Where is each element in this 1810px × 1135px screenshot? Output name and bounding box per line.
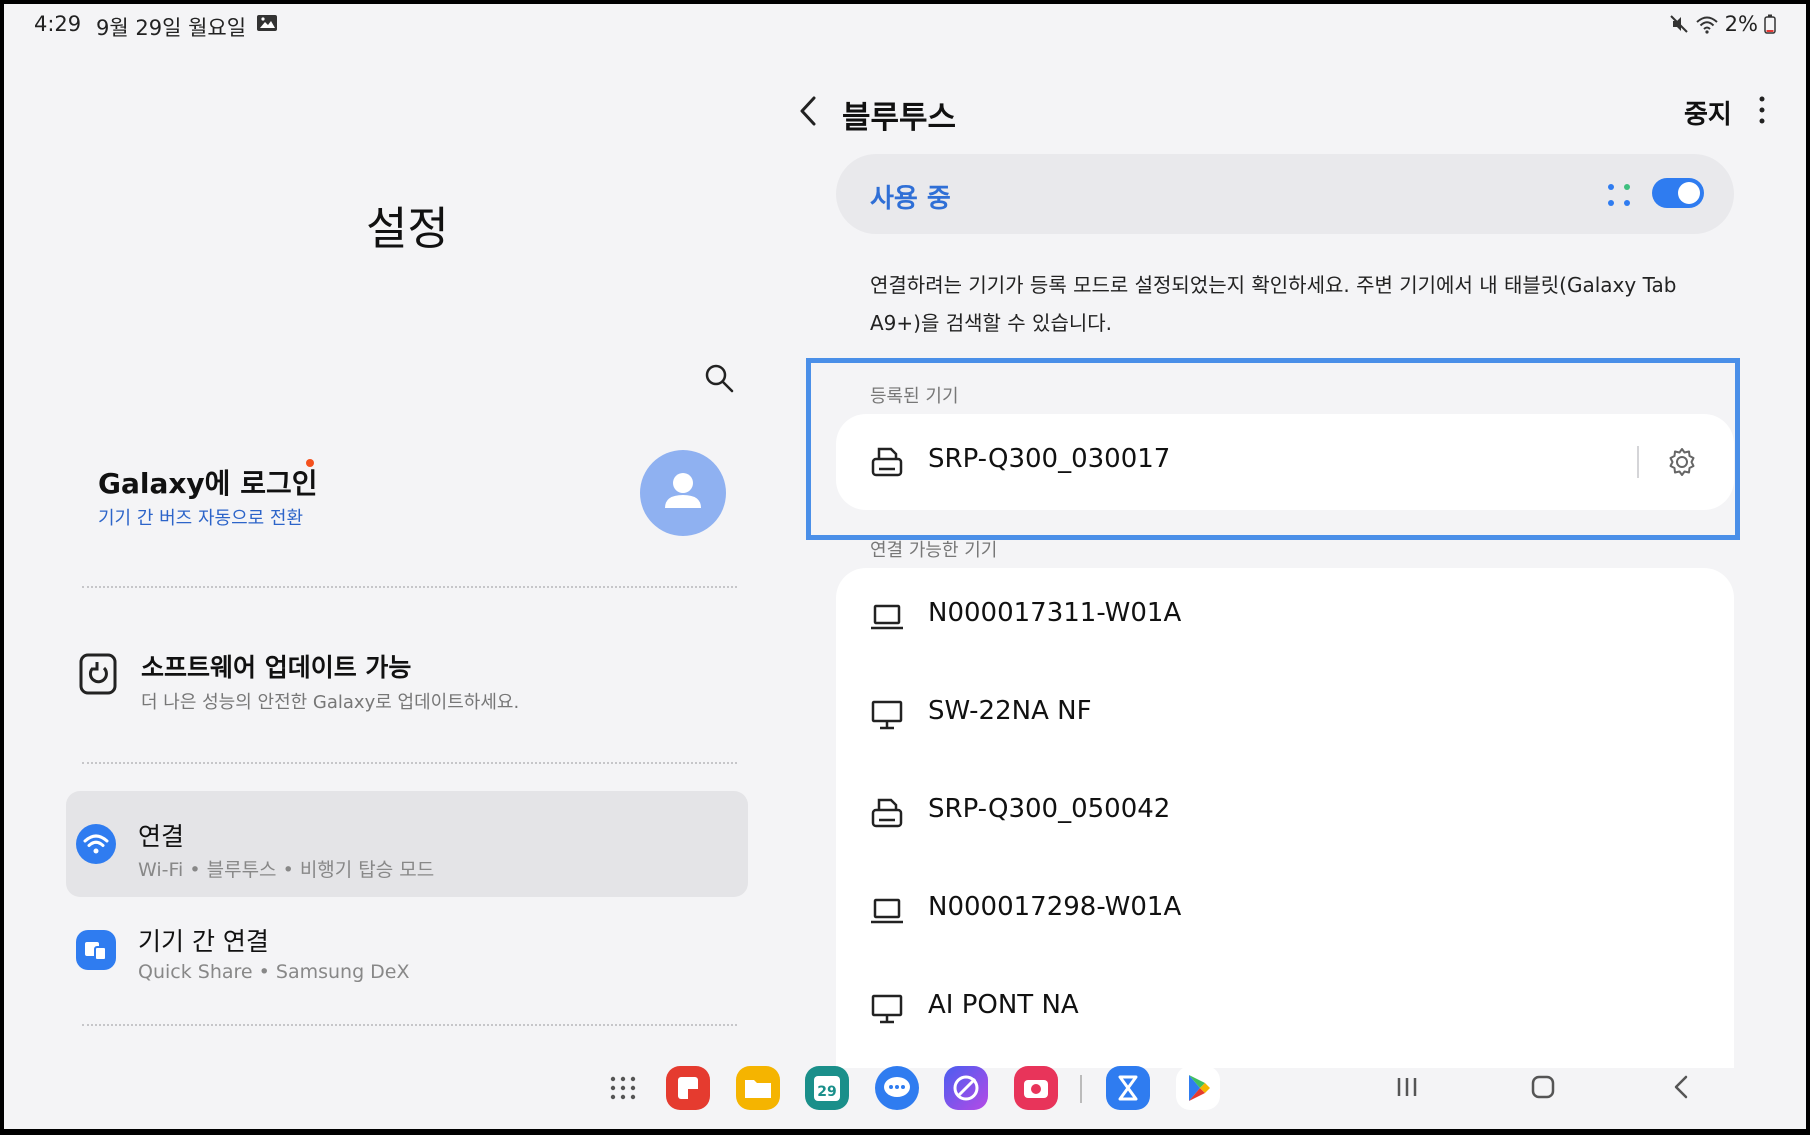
menu-item-device-connection[interactable]: 기기 간 연결 Quick Share • Samsung DeX <box>66 904 748 1004</box>
switch-knob <box>1678 182 1700 204</box>
avatar[interactable] <box>640 450 726 536</box>
laptop-icon <box>871 898 903 924</box>
device-name: N000017311-W01A <box>928 598 1182 628</box>
devices-menu-icon <box>76 930 116 970</box>
connections-subtitle: Wi-Fi • 블루투스 • 비행기 탑승 모드 <box>138 859 435 881</box>
device-connection-title: 기기 간 연결 <box>138 927 269 956</box>
registered-devices-label: 등록된 기기 <box>870 386 959 407</box>
screen: 4:29 9월 29일 월요일 2% 설정 Galaxy에 로그인 기기 간 버… <box>4 4 1806 1129</box>
status-icons: 2% <box>1669 12 1776 36</box>
printer-icon <box>871 447 903 477</box>
wifi-icon <box>1696 16 1718 34</box>
available-device-item[interactable]: SW-22NA NF <box>836 666 1734 764</box>
device-name: SRP-Q300_030017 <box>928 444 1171 474</box>
software-update-title: 소프트웨어 업데이트 가능 <box>141 653 412 682</box>
status-time: 4:29 <box>34 12 82 36</box>
software-update-icon <box>79 653 117 695</box>
printer-icon <box>871 798 903 828</box>
gear-icon[interactable] <box>1666 446 1698 478</box>
connections-title: 연결 <box>138 822 185 851</box>
notification-dot <box>306 459 314 467</box>
bluetooth-switch[interactable] <box>1652 178 1704 208</box>
device-name: SW-22NA NF <box>928 696 1092 726</box>
available-device-item[interactable]: AI PONT NA <box>836 960 1734 1058</box>
gallery-notification-icon <box>257 15 277 31</box>
calendar-app-icon[interactable]: 29 <box>805 1066 849 1110</box>
scanning-icon <box>1608 184 1630 206</box>
device-connection-subtitle: Quick Share • Samsung DeX <box>138 961 410 983</box>
laptop-icon <box>871 604 903 630</box>
login-subtitle: 기기 간 버즈 자동으로 전환 <box>98 508 304 529</box>
status-date: 9월 29일 월요일 <box>96 16 247 40</box>
divider <box>82 586 737 588</box>
messages-app-icon[interactable] <box>875 1066 919 1110</box>
taskbar: 29 <box>4 1059 1806 1129</box>
pairing-info-text: 연결하려는 기기가 등록 모드로 설정되었는지 확인하세요. 주변 기기에서 내… <box>870 273 1677 335</box>
login-title: Galaxy에 로그인 <box>98 467 318 500</box>
bluetooth-status-label: 사용 중 <box>870 184 951 214</box>
wifi-menu-icon <box>76 824 116 864</box>
home-icon[interactable] <box>1530 1067 1556 1107</box>
status-bar: 4:29 9월 29일 월요일 2% <box>4 4 1806 50</box>
more-options-icon[interactable] <box>1756 94 1768 126</box>
stop-scan-button[interactable]: 중지 <box>1684 94 1732 131</box>
device-name: N000017298-W01A <box>928 892 1182 922</box>
mute-icon <box>1669 15 1688 33</box>
available-device-item[interactable]: N000017298-W01A <box>836 862 1734 960</box>
settings-title: 설정 <box>366 202 449 255</box>
divider <box>82 762 737 764</box>
bluetooth-toggle-row[interactable]: 사용 중 <box>836 154 1734 234</box>
search-icon[interactable] <box>702 361 736 395</box>
back-icon[interactable] <box>796 94 820 128</box>
taskbar-separator <box>1080 1075 1082 1103</box>
available-device-item[interactable]: SRP-Q300_050042 <box>836 764 1734 862</box>
app-drawer-icon[interactable] <box>608 1067 638 1107</box>
play-store-app-icon[interactable] <box>1176 1066 1220 1110</box>
my-files-app-icon[interactable] <box>736 1066 780 1110</box>
bluetooth-title: 블루투스 <box>842 100 957 136</box>
device-name: AI PONT NA <box>928 990 1079 1020</box>
battery-percent: 2% <box>1724 12 1758 36</box>
notes-app-icon[interactable] <box>666 1066 710 1110</box>
available-devices-list: N000017311-W01A SW-22NA NF SRP-Q300_0500… <box>836 568 1734 1068</box>
available-device-item[interactable]: N000017311-W01A <box>836 568 1734 666</box>
person-icon <box>665 473 701 508</box>
monitor-icon <box>871 700 903 730</box>
browser-app-icon[interactable] <box>944 1066 988 1110</box>
registered-device-item[interactable]: SRP-Q300_030017 <box>836 414 1734 510</box>
camera-app-icon[interactable] <box>1014 1066 1058 1110</box>
battery-icon <box>1764 14 1776 34</box>
separator <box>1637 446 1639 478</box>
divider <box>82 1024 737 1026</box>
recents-icon[interactable] <box>1394 1067 1420 1107</box>
monitor-icon <box>871 994 903 1024</box>
available-devices-label: 연결 가능한 기기 <box>870 540 998 561</box>
calendar-day: 29 <box>817 1084 836 1100</box>
digital-wellbeing-app-icon[interactable] <box>1106 1066 1150 1110</box>
software-update-subtitle: 더 나은 성능의 안전한 Galaxy로 업데이트하세요. <box>141 692 520 713</box>
device-name: SRP-Q300_050042 <box>928 794 1171 824</box>
menu-item-connections[interactable]: 연결 Wi-Fi • 블루투스 • 비행기 탑승 모드 <box>66 791 748 897</box>
software-update-item[interactable]: 소프트웨어 업데이트 가능 더 나은 성능의 안전한 Galaxy로 업데이트하… <box>64 644 744 724</box>
back-nav-icon[interactable] <box>1668 1067 1694 1107</box>
